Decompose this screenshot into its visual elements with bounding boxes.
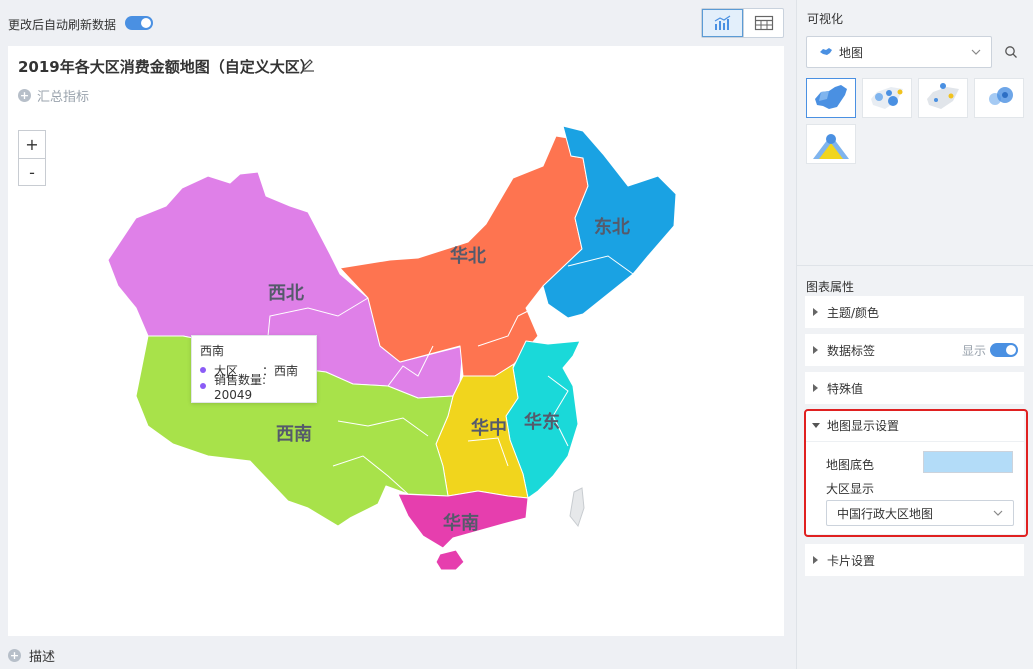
- chart-type-select[interactable]: 地图: [806, 36, 992, 68]
- tooltip-dot: [200, 367, 206, 373]
- tooltip-row: 销售数量: 20049: [200, 373, 308, 402]
- chart-type-label: 地图: [839, 45, 864, 60]
- label-central: 华中: [471, 417, 507, 438]
- bubble-map-icon: [871, 87, 903, 109]
- caret-right-icon: [813, 556, 818, 564]
- search-icon[interactable]: [1004, 45, 1018, 59]
- section-special-values[interactable]: 特殊值: [805, 372, 1024, 404]
- section-label: 特殊值: [827, 381, 864, 396]
- tooltip-value: 销售数量: 20049: [214, 372, 267, 402]
- china-map-icon: [815, 85, 847, 109]
- china-region-map: 东北 华北 西北 西南 华中 华东 华南: [107, 125, 677, 571]
- section-card-settings[interactable]: 卡片设置: [805, 544, 1024, 576]
- visualization-panel: 可视化 地图 图表属性 主题/颜色 数据标签 显示 特殊值 地图显示设置 地图底…: [797, 0, 1033, 669]
- chevron-down-icon: [971, 49, 981, 55]
- caret-right-icon: [813, 308, 818, 316]
- flow-map-thumb[interactable]: [806, 124, 856, 164]
- add-circle-icon: +: [8, 649, 21, 662]
- chart-view-button[interactable]: [702, 9, 743, 37]
- tooltip-title: 西南: [200, 344, 225, 358]
- flow-map-icon: [813, 134, 849, 159]
- marker-map-thumb[interactable]: [918, 78, 968, 118]
- heat-map-icon: [989, 87, 1013, 105]
- label-east: 华东: [524, 411, 560, 432]
- section-label: 主题/颜色: [827, 305, 880, 320]
- taiwan-island: [569, 487, 585, 528]
- chart-card: 2019年各大区消费金额地图（自定义大区） + 汇总指标 东北 华北 西北 西南…: [8, 46, 784, 636]
- label-southwest: 西南: [276, 423, 312, 444]
- data-labels-show-label: 显示: [961, 343, 986, 358]
- caret-right-icon: [813, 384, 818, 392]
- table-icon: [754, 15, 773, 31]
- describe-toggle[interactable]: + 描述: [8, 646, 55, 665]
- view-switch: [701, 8, 784, 38]
- bubble-map-thumb[interactable]: [862, 78, 912, 118]
- tooltip-dot: [200, 383, 206, 389]
- top-bar: 更改后自动刷新数据: [0, 0, 790, 46]
- marker-map-icon: [927, 83, 959, 109]
- table-view-button[interactable]: [743, 9, 783, 37]
- label-north: 华北: [450, 245, 486, 266]
- china-map-thumb[interactable]: [806, 78, 856, 118]
- zoom-in-button[interactable]: +: [19, 131, 45, 158]
- label-south: 华南: [443, 512, 479, 533]
- label-northeast: 东北: [594, 216, 630, 237]
- auto-refresh-toggle[interactable]: [125, 16, 153, 30]
- data-labels-toggle[interactable]: [990, 343, 1018, 357]
- section-theme-color[interactable]: 主题/颜色: [805, 296, 1024, 328]
- panel-separator: [797, 265, 1033, 266]
- label-northwest: 西北: [268, 283, 304, 303]
- panel-title: 可视化: [807, 12, 844, 26]
- auto-refresh-label: 更改后自动刷新数据: [8, 18, 117, 32]
- section-label: 卡片设置: [827, 553, 876, 568]
- china-map-icon: [820, 48, 832, 55]
- map-tooltip: 西南 大区 ：西南 销售数量: 20049: [191, 335, 317, 403]
- highlight-box: [804, 409, 1028, 537]
- section-label: 数据标签: [827, 343, 876, 358]
- zoom-control: + -: [18, 130, 46, 186]
- chart-props-title: 图表属性: [806, 280, 855, 294]
- heat-map-thumb[interactable]: [974, 78, 1024, 118]
- bar-chart-icon: [714, 15, 730, 30]
- caret-right-icon: [813, 346, 818, 354]
- zoom-out-button[interactable]: -: [19, 158, 45, 185]
- region-south-island[interactable]: [435, 549, 465, 571]
- section-data-labels[interactable]: 数据标签 显示: [805, 334, 1024, 366]
- describe-label: 描述: [29, 650, 56, 665]
